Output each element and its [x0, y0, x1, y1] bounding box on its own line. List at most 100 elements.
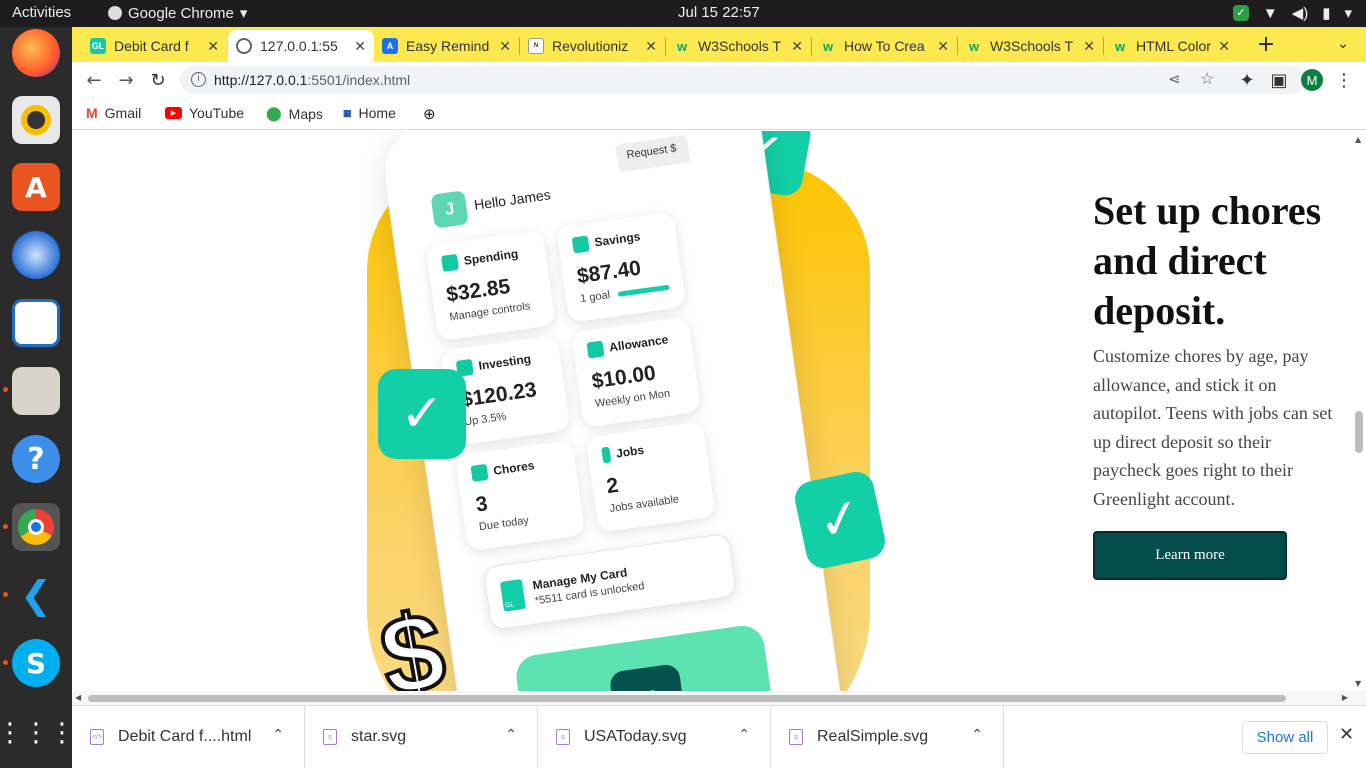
svg-file-icon: s: [556, 729, 570, 745]
browser-window: GL Debit Card f ✕ 127.0.0.1:55 ✕ A Easy …: [72, 27, 1366, 768]
bookmark-home[interactable]: ▦ Home: [343, 105, 396, 121]
skype-icon[interactable]: S: [12, 639, 60, 687]
greeting: Hello James: [473, 186, 552, 213]
close-tab-icon[interactable]: ✕: [354, 38, 366, 55]
vertical-scrollbar[interactable]: ▲ ▼: [1351, 131, 1366, 691]
close-tab-icon[interactable]: ✕: [1083, 38, 1095, 55]
tab-7[interactable]: w HTML Color ✕: [1104, 30, 1238, 62]
rhythmbox-icon[interactable]: [12, 96, 60, 144]
download-shelf: </> Debit Card f....html ⌃ s star.svg ⌃ …: [72, 705, 1366, 768]
tab-title: W3Schools T: [698, 38, 781, 54]
hero-text-block: Set up chores and direct deposit. Custom…: [1093, 186, 1338, 580]
w3schools-favicon-icon: w: [968, 38, 980, 54]
w3schools-favicon-icon: w: [676, 38, 688, 54]
scroll-up-arrow-icon[interactable]: ▲: [1355, 135, 1361, 144]
scroll-left-arrow-icon[interactable]: ◀: [75, 693, 81, 702]
close-icon[interactable]: ✕: [1339, 724, 1354, 745]
chrome-dock-icon[interactable]: [12, 503, 60, 551]
maps-icon: ⬤: [266, 105, 282, 121]
bookmark-gmail[interactable]: M Gmail: [86, 105, 141, 121]
youtube-icon: ▶: [165, 107, 182, 119]
tab-6[interactable]: w W3Schools T ✕: [958, 30, 1103, 62]
hero-title: Set up chores and direct deposit.: [1093, 188, 1322, 333]
vscode-icon[interactable]: ❮: [12, 571, 60, 619]
spending-card: Spending $32.85 Manage controls: [425, 229, 556, 342]
profile-initial: M: [1301, 69, 1323, 91]
chevron-up-icon[interactable]: ⌃: [272, 726, 284, 743]
card-label: Savings: [593, 229, 642, 250]
scroll-right-arrow-icon[interactable]: ▶: [1342, 693, 1348, 702]
bookmark-globe[interactable]: ⊕: [423, 105, 436, 123]
url-path: :5501/index.html: [307, 72, 411, 88]
chrome-icon: [108, 6, 122, 20]
bookmark-star-icon[interactable]: ☆: [1200, 69, 1214, 89]
download-item[interactable]: s RealSimple.svg ⌃: [771, 706, 1004, 768]
caret-down-icon: ▾: [1344, 5, 1352, 22]
profile-avatar[interactable]: M: [1300, 68, 1324, 92]
tab-4[interactable]: w W3Schools T ✕: [666, 30, 811, 62]
bookmark-maps[interactable]: ⬤ Maps: [266, 105, 323, 122]
close-tab-icon[interactable]: ✕: [207, 38, 219, 55]
tab-search-chevron-icon[interactable]: ⌄: [1331, 32, 1355, 56]
vertical-scroll-thumb[interactable]: [1355, 411, 1363, 453]
close-tab-icon[interactable]: ✕: [645, 38, 657, 55]
chevron-up-icon[interactable]: ⌃: [971, 726, 983, 743]
card-sub: 1 goal: [579, 289, 611, 306]
side-panel-icon[interactable]: ▣: [1267, 68, 1291, 92]
tab-3[interactable]: N Revolutioniz ✕: [520, 30, 665, 62]
address-bar[interactable]: i http://127.0.0.1:5501/index.html ⋖ ☆: [180, 66, 1306, 94]
card-label: Chores: [492, 458, 536, 478]
download-item[interactable]: s USAToday.svg ⌃: [538, 706, 771, 768]
app-name: Google Chrome: [128, 4, 234, 22]
forward-button[interactable]: →: [114, 68, 138, 92]
tab-1[interactable]: 127.0.0.1:55 ✕: [228, 30, 374, 62]
horizontal-scrollbar[interactable]: ◀ ▶: [72, 691, 1366, 705]
share-icon[interactable]: ⋖: [1168, 70, 1181, 88]
greenlight-favicon-icon: GL: [90, 38, 106, 54]
tab-2[interactable]: A Easy Remind ✕: [374, 30, 519, 62]
close-tab-icon[interactable]: ✕: [499, 38, 511, 55]
download-item[interactable]: </> Debit Card f....html ⌃: [72, 706, 305, 768]
bookmark-youtube[interactable]: ▶ YouTube: [165, 105, 244, 121]
info-icon[interactable]: i: [191, 72, 206, 87]
show-apps-icon[interactable]: ⋮⋮⋮: [0, 709, 75, 757]
svg-file-icon: s: [789, 729, 803, 745]
new-tab-button[interactable]: +: [1254, 32, 1278, 57]
writer-icon[interactable]: [12, 299, 60, 347]
w3schools-favicon-icon: w: [1114, 38, 1126, 54]
thunderbird-icon[interactable]: [12, 231, 60, 279]
system-top-bar: Activities Google Chrome ▾ Jul 15 22:57 …: [0, 0, 1366, 27]
dollar-icon: [586, 340, 605, 359]
back-button[interactable]: ←: [82, 68, 106, 92]
avatar: J: [430, 190, 469, 229]
reload-button[interactable]: ↻: [146, 68, 170, 92]
files-icon[interactable]: [12, 367, 60, 415]
tab-title: How To Crea: [844, 38, 925, 54]
menu-kebab-icon[interactable]: ⋮: [1332, 68, 1356, 92]
clock[interactable]: Jul 15 22:57: [678, 4, 760, 21]
learn-more-button[interactable]: Learn more: [1093, 531, 1287, 580]
tab-0[interactable]: GL Debit Card f ✕: [82, 30, 227, 62]
app-menu[interactable]: Google Chrome ▾: [108, 4, 247, 22]
tab-title: Debit Card f: [114, 38, 189, 54]
close-tab-icon[interactable]: ✕: [791, 38, 803, 55]
card-label: Jobs: [615, 442, 645, 461]
chevron-up-icon[interactable]: ⌃: [505, 726, 517, 743]
scroll-down-arrow-icon[interactable]: ▼: [1355, 679, 1361, 688]
close-tab-icon[interactable]: ✕: [1218, 38, 1230, 55]
tab-5[interactable]: w How To Crea ✕: [812, 30, 957, 62]
battery-icon: ▮: [1322, 5, 1331, 22]
firefox-icon[interactable]: [12, 29, 60, 77]
extensions-icon[interactable]: ✦: [1235, 68, 1259, 92]
system-tray[interactable]: ✓ ▼ ◀) ▮ ▾: [1232, 4, 1352, 22]
help-icon[interactable]: ?: [12, 435, 60, 483]
software-center-icon[interactable]: A: [12, 163, 60, 211]
wifi-icon: ▼: [1262, 4, 1278, 22]
horizontal-scroll-thumb[interactable]: [88, 695, 1286, 702]
chevron-up-icon[interactable]: ⌃: [738, 726, 750, 743]
tab-title: HTML Color: [1136, 38, 1211, 54]
download-item[interactable]: s star.svg ⌃: [305, 706, 538, 768]
show-all-button[interactable]: Show all: [1242, 721, 1328, 754]
close-tab-icon[interactable]: ✕: [937, 38, 949, 55]
activities-button[interactable]: Activities: [12, 4, 71, 21]
